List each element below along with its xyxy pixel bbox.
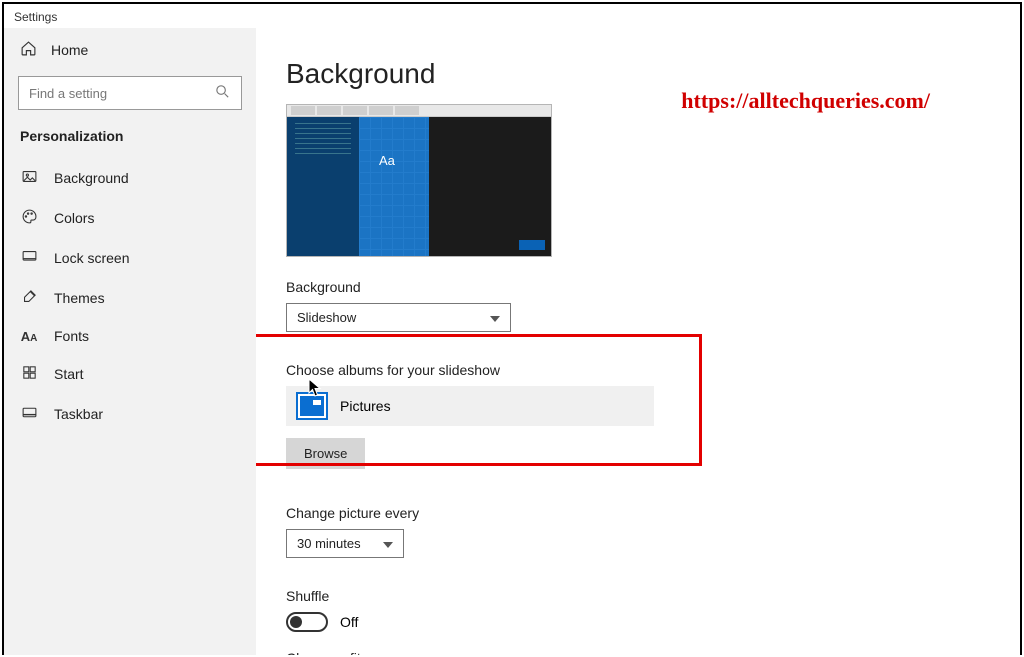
fit-label: Choose a fit	[286, 650, 990, 655]
sidebar-item-label: Taskbar	[54, 406, 103, 422]
desktop-preview: Aa	[286, 104, 552, 257]
sidebar-item-label: Colors	[54, 210, 94, 226]
sidebar-item-label: Start	[54, 366, 84, 382]
browse-button[interactable]: Browse	[286, 438, 365, 469]
change-picture-label: Change picture every	[286, 505, 990, 521]
sidebar-item-taskbar[interactable]: Taskbar	[16, 394, 244, 434]
sidebar-item-label: Fonts	[54, 328, 89, 344]
start-icon	[20, 364, 38, 384]
search-placeholder: Find a setting	[29, 86, 107, 101]
main-content: Background Aa Background Slideshow Choos…	[256, 28, 1020, 655]
search-icon	[214, 83, 231, 103]
home-button[interactable]: Home	[16, 28, 244, 72]
themes-icon	[20, 288, 38, 308]
sidebar-item-start[interactable]: Start	[16, 354, 244, 394]
sidebar-item-fonts[interactable]: AA Fonts	[16, 318, 244, 354]
album-name: Pictures	[340, 398, 391, 414]
dropdown-value: Slideshow	[297, 310, 356, 325]
sidebar-item-label: Themes	[54, 290, 105, 306]
change-interval-dropdown[interactable]: 30 minutes	[286, 529, 404, 558]
chevron-down-icon	[383, 536, 393, 551]
sidebar-item-lockscreen[interactable]: Lock screen	[16, 238, 244, 278]
sidebar-item-background[interactable]: Background	[16, 158, 244, 198]
background-dropdown[interactable]: Slideshow	[286, 303, 511, 332]
picture-icon	[20, 168, 38, 188]
home-icon	[20, 40, 37, 60]
section-header: Personalization	[16, 124, 244, 158]
search-input[interactable]: Find a setting	[18, 76, 242, 110]
fonts-icon: AA	[20, 329, 38, 344]
app-body: Home Find a setting Personalization Back…	[4, 28, 1020, 655]
sidebar-item-themes[interactable]: Themes	[16, 278, 244, 318]
album-item[interactable]: Pictures	[286, 386, 654, 426]
palette-icon	[20, 208, 38, 228]
watermark-text: https://alltechqueries.com/	[681, 88, 930, 114]
sidebar-item-colors[interactable]: Colors	[16, 198, 244, 238]
sidebar-item-label: Background	[54, 170, 129, 186]
page-title: Background	[286, 58, 990, 90]
lockscreen-icon	[20, 248, 38, 268]
shuffle-label: Shuffle	[286, 588, 990, 604]
albums-label: Choose albums for your slideshow	[286, 362, 990, 378]
background-label: Background	[286, 279, 990, 295]
chevron-down-icon	[490, 310, 500, 325]
preview-sample-text: Aa	[379, 153, 395, 168]
home-label: Home	[51, 42, 88, 58]
dropdown-value: 30 minutes	[297, 536, 361, 551]
sidebar: Home Find a setting Personalization Back…	[4, 28, 256, 655]
folder-icon	[298, 394, 326, 418]
sidebar-item-label: Lock screen	[54, 250, 129, 266]
taskbar-icon	[20, 404, 38, 424]
window-frame: Settings Home Find a setting Personaliza…	[2, 2, 1022, 655]
shuffle-toggle[interactable]	[286, 612, 328, 632]
shuffle-state: Off	[340, 614, 358, 630]
window-title: Settings	[4, 4, 1020, 28]
